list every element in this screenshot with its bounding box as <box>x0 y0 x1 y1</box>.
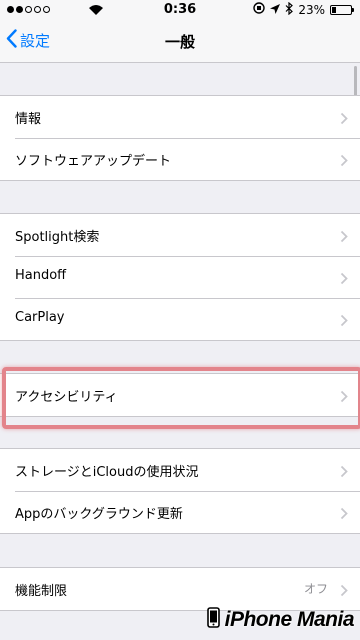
chevron-right-icon <box>340 582 348 601</box>
battery-percent: 23% <box>298 3 325 17</box>
settings-group-about: 情報 ソフトウェアアップデート <box>0 95 360 181</box>
navigation-bar: 設定 一般 <box>0 20 360 63</box>
row-label: Spotlight検索 <box>15 230 100 245</box>
chevron-right-icon <box>340 312 348 331</box>
settings-group-accessibility: アクセシビリティ <box>0 373 360 417</box>
chevron-right-icon <box>340 505 348 524</box>
row-label: ソフトウェアアップデート <box>15 154 172 169</box>
rotation-lock-icon <box>253 2 266 18</box>
watermark-text: iPhone Mania <box>224 607 355 631</box>
settings-row-spotlight[interactable]: Spotlight検索 <box>0 214 360 256</box>
bluetooth-icon <box>285 1 294 19</box>
status-right: 23% <box>248 1 354 19</box>
page-title: 一般 <box>164 33 195 51</box>
settings-row-restrictions[interactable]: 機能制限 オフ <box>0 568 360 610</box>
settings-group-search: Spotlight検索 Handoff CarPlay <box>0 213 360 341</box>
settings-group-storage: ストレージとiCloudの使用状況 Appのバックグラウンド更新 <box>0 448 360 534</box>
row-label: Appのバックグラウンド更新 <box>15 507 183 522</box>
watermark: iPhone Mania <box>206 607 355 632</box>
row-value: オフ <box>303 582 328 596</box>
settings-group-restrictions: 機能制限 オフ <box>0 567 360 611</box>
settings-screen: 0:36 23% 設定 一般 情報 ソフトウェアアップデート Spotlight… <box>0 0 360 640</box>
chevron-right-icon <box>340 110 348 129</box>
phone-icon <box>206 607 220 632</box>
settings-row-storage-icloud[interactable]: ストレージとiCloudの使用状況 <box>0 449 360 491</box>
status-bar: 0:36 23% <box>0 0 360 20</box>
chevron-right-icon <box>340 270 348 289</box>
settings-row-handoff[interactable]: Handoff <box>0 256 360 298</box>
row-label: 機能制限 <box>15 584 68 599</box>
settings-row-carplay[interactable]: CarPlay <box>0 298 360 340</box>
chevron-right-icon <box>340 152 348 171</box>
settings-row-about[interactable]: 情報 <box>0 96 360 138</box>
chevron-right-icon <box>340 228 348 247</box>
chevron-right-icon <box>340 388 348 407</box>
chevron-right-icon <box>340 463 348 482</box>
row-label: ストレージとiCloudの使用状況 <box>15 465 199 480</box>
row-label: CarPlay <box>15 310 65 325</box>
settings-row-software-update[interactable]: ソフトウェアアップデート <box>0 138 360 180</box>
row-label: アクセシビリティ <box>15 390 118 405</box>
settings-row-background-refresh[interactable]: Appのバックグラウンド更新 <box>0 491 360 533</box>
location-arrow-icon <box>270 3 281 18</box>
battery-icon <box>330 5 354 15</box>
row-label: 情報 <box>15 112 42 127</box>
settings-row-accessibility[interactable]: アクセシビリティ <box>0 374 360 416</box>
row-label: Handoff <box>15 268 67 283</box>
